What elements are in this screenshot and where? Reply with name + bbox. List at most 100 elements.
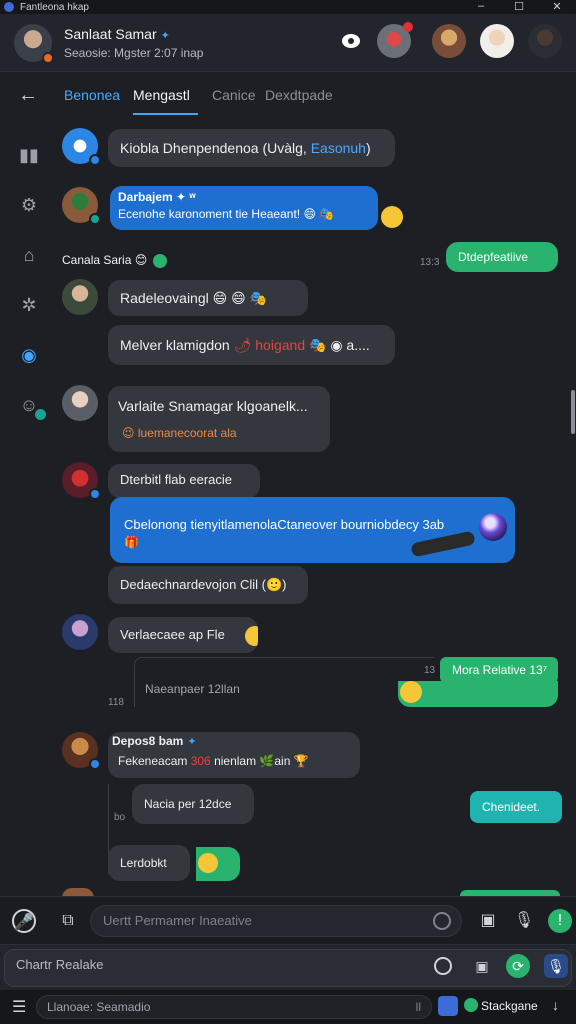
message-highlight: 306: [190, 754, 211, 768]
sender-avatar[interactable]: [62, 614, 98, 650]
message-composer: 🎤 ⧉ Uertt Permamer Inaeative ▣ 🎙 !: [0, 896, 576, 944]
avatar-badge: [89, 488, 101, 500]
thread-reply-text: Naeanpaer 12llan: [145, 682, 240, 696]
orb-icon: [479, 513, 507, 541]
message-bubble[interactable]: Radeleovaingl 😄 😄 🎭: [108, 280, 308, 316]
explore-icon[interactable]: ✲: [18, 294, 40, 316]
tab-canice[interactable]: Canice: [212, 87, 256, 103]
message-text-tail: 🎭 ◉ a....: [305, 337, 370, 353]
message-bubble[interactable]: Dterbitl flab eeracie: [108, 464, 260, 498]
app-logo-icon: [4, 2, 14, 12]
avatar-badge: [89, 213, 101, 225]
back-arrow-icon[interactable]: ←: [18, 84, 38, 107]
camera-icon[interactable]: ▣: [470, 954, 494, 978]
side-rail: ▮▮ ⚙ ⌂ ✲ ◉ ☺: [0, 130, 58, 430]
settings-icon[interactable]: ⚙: [18, 194, 40, 216]
message-bubble-tail[interactable]: [196, 847, 240, 881]
mic-icon[interactable]: 🎤: [12, 909, 36, 933]
message-subtext: 😉 luemanecoorat ala: [122, 426, 237, 440]
message-link[interactable]: Easonuh: [311, 140, 366, 156]
message-text-tail: nienlam 🌿ain 🏆: [210, 754, 309, 768]
message-bubble[interactable]: Depos8 bam ✦ Fekeneacam 306 nienlam 🌿ain …: [108, 732, 360, 778]
attach-icon[interactable]: ⧉: [56, 909, 80, 933]
message-bubble[interactable]: Nacia per 12dce: [132, 784, 254, 824]
voice-icon[interactable]: 🎙: [512, 909, 536, 933]
participant-avatar-3[interactable]: [480, 24, 514, 58]
sender-avatar[interactable]: [62, 279, 98, 315]
app-icon[interactable]: [438, 996, 458, 1016]
taskbar-search-text: Llanoae: Seamadio: [47, 1000, 151, 1014]
sender-avatar[interactable]: [62, 462, 101, 500]
tab-bar: ← Benonea Mengastl Canice Dexdtpade: [0, 72, 576, 116]
close-button[interactable]: ✕: [538, 0, 576, 13]
profile-icon[interactable]: ☺: [18, 394, 46, 420]
download-arrow-icon[interactable]: ↓: [552, 997, 559, 1013]
grid-icon[interactable]: ▮▮: [18, 144, 40, 166]
message-bubble[interactable]: Melver klamigdon 🌶 hoigand 🎭 ◉ a....: [108, 325, 395, 365]
message-text-tail: ): [365, 140, 371, 156]
avatar-badge: [89, 154, 101, 166]
active-tab-indicator: [133, 113, 198, 115]
message-bubble[interactable]: Mora Relative 13⁷: [440, 657, 558, 683]
sender-avatar[interactable]: [62, 385, 98, 421]
notification-dot: [403, 22, 413, 32]
eye-icon[interactable]: [342, 34, 360, 48]
sender-avatar[interactable]: [62, 128, 101, 166]
message-bubble[interactable]: Verlaecaee ap Fle: [108, 617, 258, 653]
message-timestamp: 13:3: [420, 257, 440, 268]
status-icon[interactable]: [464, 998, 478, 1012]
message-timestamp: 118: [108, 697, 124, 708]
sender-avatar[interactable]: [62, 732, 101, 770]
tab-mengastl[interactable]: Mengastl: [133, 87, 190, 103]
message-input[interactable]: Uertt Permamer Inaeative: [90, 905, 462, 937]
message-text: Varlaite Snamagar klgoanelk...: [118, 398, 308, 414]
sender-avatar[interactable]: [62, 187, 101, 225]
message-text: Kiobla Dhenpendenoa (Uvàlg,: [120, 140, 311, 156]
scrollbar[interactable]: [571, 390, 575, 434]
record-icon[interactable]: [434, 957, 452, 975]
minimize-button[interactable]: –: [462, 0, 500, 13]
verified-icon: ✦ ʷ: [176, 190, 196, 204]
avatar-badge: [89, 758, 101, 770]
refresh-button[interactable]: ⟳: [506, 954, 530, 978]
message-bubble[interactable]: Varlaite Snamagar klgoanelk... 😉 luemane…: [108, 386, 330, 452]
participant-avatar-4[interactable]: [528, 24, 562, 58]
message-bubble-tail[interactable]: [398, 681, 558, 707]
message-highlight: 🌶 hoigand: [233, 337, 306, 353]
menu-icon[interactable]: ☰: [12, 997, 26, 1017]
message-bubble[interactable]: Chenideet.: [470, 791, 562, 823]
clock-icon[interactable]: [433, 912, 451, 930]
smiley-icon: [198, 853, 218, 873]
window-controls: – ☐ ✕: [462, 0, 576, 13]
chat-header: Sanlaat Samar ✦ Seaosie: Mgster 2:07 inap: [0, 14, 576, 86]
message-sender-name: Depos8 bam: [112, 734, 184, 748]
taskbar-label: Stackgane: [481, 999, 538, 1013]
tab-benonea[interactable]: Benonea: [64, 87, 120, 103]
home-icon[interactable]: ⌂: [18, 244, 40, 266]
camera-icon[interactable]: ▣: [476, 909, 500, 933]
taskbar-search[interactable]: Llanoae: Seamadio ll: [36, 995, 432, 1019]
message-bubble[interactable]: Dtdepfeatiive: [446, 242, 558, 272]
mic-button[interactable]: 🎙: [544, 954, 568, 978]
chat-icon[interactable]: ◉: [18, 344, 40, 366]
message-input-placeholder: Uertt Permamer Inaeative: [103, 913, 252, 928]
send-button[interactable]: !: [548, 909, 572, 933]
contact-avatar[interactable]: [14, 24, 54, 64]
contact-name[interactable]: Sanlaat Samar ✦: [64, 26, 170, 42]
message-bubble[interactable]: Lerdobkt: [108, 845, 190, 881]
thread-reply[interactable]: Naeanpaer 12llan: [134, 657, 434, 707]
contact-subtitle: Seaosie: Mgster 2:07 inap: [64, 46, 204, 60]
participant-avatar-1[interactable]: [377, 22, 413, 58]
message-text: Melver klamigdon: [120, 337, 234, 353]
message-text: Ecenohe karonoment tie Heaeant! 😄 🎭: [118, 207, 335, 221]
smiley-reaction-icon[interactable]: [381, 206, 403, 228]
message-bubble[interactable]: Dedaechnardevojon Clil (🙂): [108, 566, 308, 604]
message-bubble[interactable]: Kiobla Dhenpendenoa (Uvàlg, Easonuh): [108, 129, 395, 167]
message-bubble[interactable]: Darbajem ✦ ʷ Ecenohe karonoment tie Heae…: [110, 186, 378, 230]
participant-avatar-2[interactable]: [432, 24, 466, 58]
tab-dexdtpade[interactable]: Dexdtpade: [265, 87, 333, 103]
message-bubble[interactable]: Cbelonong tienyitlamenolaCtaneover bourn…: [110, 497, 515, 563]
maximize-button[interactable]: ☐: [500, 0, 538, 13]
message-text: Fekeneacam 306 nienlam 🌿ain 🏆: [118, 754, 309, 768]
secondary-input-bar: Chartr Realake ▣ ⟳ 🎙: [0, 944, 576, 990]
